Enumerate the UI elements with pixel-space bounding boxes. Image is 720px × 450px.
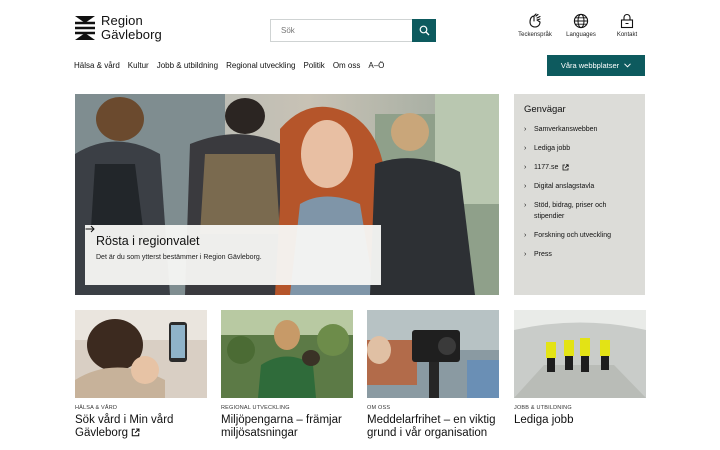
nav-item-jobb-utbildning[interactable]: Jobb & utbildning <box>157 61 218 70</box>
arrow-right-icon <box>85 225 95 233</box>
card-category: OM OSS <box>367 405 391 411</box>
main-nav: Hälsa & vård Kultur Jobb & utbildning Re… <box>74 61 392 70</box>
util-contact[interactable]: Kontakt <box>608 13 646 38</box>
sign-language-icon <box>529 13 541 28</box>
shortcut-label: Press <box>534 251 552 258</box>
shortcut-label: Stöd, bidrag, priser och stipendier <box>534 202 607 220</box>
nav-item-a-o[interactable]: A–Ö <box>368 61 384 70</box>
shortcut-samverkanswebben[interactable]: › Samverkanswebben <box>524 124 635 135</box>
contact-icon <box>620 13 634 29</box>
shortcut-label: 1177.se <box>534 164 559 171</box>
card-title: Lediga jobb <box>514 414 574 426</box>
util-sign-language[interactable]: Teckenspråk <box>516 13 554 38</box>
logo-line1: Region <box>101 13 143 28</box>
news-card[interactable]: OM OSS Meddelarfrihet – en viktig grund … <box>367 310 499 440</box>
hero-title: Rösta i regionvalet <box>96 234 200 248</box>
card-title: Miljöpengarna – främjar miljösatsningar <box>221 414 342 439</box>
card-image <box>367 310 499 398</box>
util-languages[interactable]: Languages <box>562 13 600 38</box>
util-label: Kontakt <box>616 32 638 38</box>
nav-item-politik[interactable]: Politik <box>303 61 324 70</box>
shortcut-press[interactable]: › Press <box>524 249 635 260</box>
card-category: REGIONAL UTVECKLING <box>221 405 290 411</box>
shortcut-label: Lediga jobb <box>534 145 571 152</box>
chevron-right-icon: › <box>524 202 527 209</box>
nav-item-kultur[interactable]: Kultur <box>128 61 149 70</box>
chevron-right-icon: › <box>524 164 527 171</box>
card-category: JOBB & UTBILDNING <box>514 405 572 411</box>
news-card[interactable]: HÄLSA & VÅRD Sök vård i Min vård Gävlebo… <box>75 310 207 440</box>
shortcut-digital-anslagstavla[interactable]: › Digital anslagstavla <box>524 181 635 192</box>
card-title: Meddelarfrihet – en viktig grund i vår o… <box>367 414 496 439</box>
shortcut-forskning[interactable]: › Forskning och utveckling <box>524 230 635 241</box>
card-title: Sök vård i Min vård Gävleborg <box>75 414 174 439</box>
shortcut-lediga-jobb[interactable]: › Lediga jobb <box>524 143 635 154</box>
shortcut-1177[interactable]: › 1177.se <box>524 162 635 173</box>
search-input[interactable] <box>270 19 412 42</box>
globe-icon <box>573 13 589 29</box>
nav-item-om-oss[interactable]: Om oss <box>333 61 361 70</box>
nav-item-halsa-vard[interactable]: Hälsa & vård <box>74 61 120 70</box>
chevron-right-icon: › <box>524 183 527 190</box>
search-button[interactable] <box>412 19 436 42</box>
hero-card[interactable]: Rösta i regionvalet Det är du som ytters… <box>85 225 381 285</box>
shortcuts-title: Genvägar <box>524 104 566 115</box>
news-card[interactable]: REGIONAL UTVECKLING Miljöpengarna – främ… <box>221 310 353 440</box>
chevron-right-icon: › <box>524 232 527 239</box>
card-image <box>75 310 207 398</box>
util-label: Teckenspråk <box>518 32 552 38</box>
card-image <box>221 310 353 398</box>
our-websites-button[interactable]: Våra webbplatser <box>547 55 645 76</box>
hero-subtitle: Det är du som ytterst bestämmer i Region… <box>96 254 262 261</box>
news-card[interactable]: JOBB & UTBILDNING Lediga jobb <box>514 310 646 427</box>
region-logo-icon <box>75 16 95 40</box>
our-websites-label: Våra webbplatser <box>560 61 620 70</box>
chevron-right-icon: › <box>524 126 527 133</box>
search-bar <box>270 19 436 42</box>
shortcut-stod-bidrag[interactable]: › Stöd, bidrag, priser och stipendier <box>524 200 635 222</box>
nav-item-regional-utveckling[interactable]: Regional utveckling <box>226 61 295 70</box>
chevron-down-icon <box>624 63 632 68</box>
chevron-right-icon: › <box>524 145 527 152</box>
external-link-icon <box>132 428 140 437</box>
hero-banner[interactable]: Rösta i regionvalet Det är du som ytters… <box>75 94 499 295</box>
utility-links: Teckenspråk Languages Kontakt <box>516 13 646 38</box>
shortcut-label: Forskning och utveckling <box>534 232 612 239</box>
util-label: Languages <box>566 32 596 38</box>
logo[interactable]: Region Gävleborg <box>74 14 162 42</box>
shortcut-label: Samverkanswebben <box>534 126 598 133</box>
chevron-right-icon: › <box>524 251 527 258</box>
card-image <box>514 310 646 398</box>
logo-line2: Gävleborg <box>101 27 162 42</box>
card-category: HÄLSA & VÅRD <box>75 405 118 411</box>
shortcut-label: Digital anslagstavla <box>534 183 595 190</box>
external-link-icon <box>562 164 569 171</box>
shortcuts-panel: Genvägar › Samverkanswebben › Lediga job… <box>514 94 645 295</box>
search-icon <box>419 25 429 36</box>
